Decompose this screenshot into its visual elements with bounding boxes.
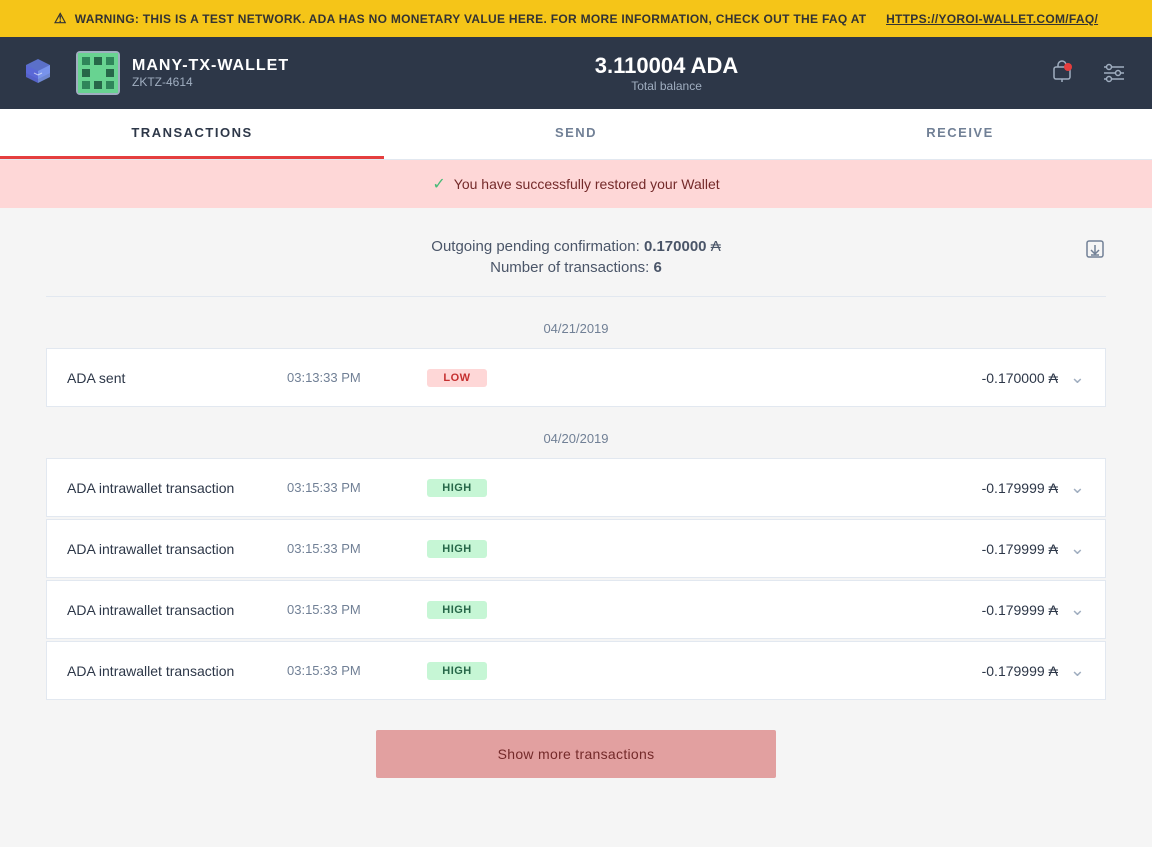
tx-amount: -0.179999 ₳ — [527, 541, 1070, 557]
warning-icon: ⚠ — [54, 10, 67, 27]
tx-count: 6 — [654, 259, 662, 276]
show-more-button[interactable]: Show more transactions — [376, 730, 776, 778]
balance-label: Total balance — [289, 79, 1044, 93]
tx-type: ADA intrawallet transaction — [67, 663, 287, 679]
transaction-row[interactable]: ADA intrawallet transaction 03:15:33 PM … — [46, 519, 1106, 578]
tx-badge-container: HIGH — [427, 539, 527, 558]
warning-banner: ⚠ WARNING: THIS IS A TEST NETWORK. ADA H… — [0, 0, 1152, 37]
ada-symbol: ₳ — [1049, 541, 1058, 557]
tab-transactions[interactable]: TRANSACTIONS — [0, 109, 384, 159]
confidence-badge: HIGH — [427, 540, 487, 558]
tx-time: 03:15:33 PM — [287, 541, 427, 556]
tx-time: 03:15:33 PM — [287, 480, 427, 495]
tx-type: ADA intrawallet transaction — [67, 480, 287, 496]
tx-amount: -0.179999 ₳ — [527, 602, 1070, 618]
confidence-badge: HIGH — [427, 662, 487, 680]
transaction-row[interactable]: ADA intrawallet transaction 03:15:33 PM … — [46, 458, 1106, 517]
pending-info: Outgoing pending confirmation: 0.170000 … — [431, 238, 720, 255]
ada-symbol-pending: ₳ — [711, 238, 721, 255]
date-group-1: 04/21/2019 — [46, 317, 1106, 340]
tx-amount: -0.170000 ₳ — [527, 370, 1070, 386]
tabs: TRANSACTIONS SEND RECEIVE — [0, 109, 1152, 160]
tx-count-label: Number of transactions: — [490, 259, 649, 276]
wallet-name: MANY-TX-WALLET — [132, 57, 289, 75]
tx-type: ADA intrawallet transaction — [67, 541, 287, 557]
pending-label: Outgoing pending confirmation: — [431, 238, 639, 255]
tx-type: ADA sent — [67, 370, 287, 386]
transaction-row[interactable]: ADA intrawallet transaction 03:15:33 PM … — [46, 580, 1106, 639]
settings-button[interactable] — [1096, 55, 1132, 91]
yoroi-logo — [20, 55, 56, 91]
tx-count-info: Number of transactions: 6 — [490, 259, 662, 276]
tx-time: 03:13:33 PM — [287, 370, 427, 385]
export-button[interactable] — [1084, 238, 1106, 264]
tx-badge-container: HIGH — [427, 661, 527, 680]
main-content: Outgoing pending confirmation: 0.170000 … — [26, 208, 1126, 818]
tx-badge-container: HIGH — [427, 600, 527, 619]
success-message: You have successfully restored your Wall… — [454, 176, 720, 192]
ada-symbol: ₳ — [1049, 602, 1058, 618]
transaction-row[interactable]: ADA sent 03:13:33 PM LOW -0.170000 ₳ ⌄ — [46, 348, 1106, 407]
wallet-avatar — [76, 51, 120, 95]
date-group-2: 04/20/2019 — [46, 427, 1106, 450]
tx-badge-container: LOW — [427, 368, 527, 387]
ada-symbol: ₳ — [1049, 370, 1058, 386]
tx-time: 03:15:33 PM — [287, 663, 427, 678]
ada-symbol: ₳ — [1049, 480, 1058, 496]
tx-badge-container: HIGH — [427, 478, 527, 497]
tab-receive[interactable]: RECEIVE — [768, 109, 1152, 159]
tx-type: ADA intrawallet transaction — [67, 602, 287, 618]
expand-chevron[interactable]: ⌄ — [1070, 538, 1085, 559]
wallet-info: MANY-TX-WALLET ZKTZ-4614 — [132, 57, 289, 89]
ada-symbol: ₳ — [1049, 663, 1058, 679]
tx-amount: -0.179999 ₳ — [527, 663, 1070, 679]
expand-chevron[interactable]: ⌄ — [1070, 599, 1085, 620]
notifications-button[interactable] — [1044, 55, 1080, 91]
tab-send[interactable]: SEND — [384, 109, 768, 159]
confidence-badge: LOW — [427, 369, 487, 387]
expand-chevron[interactable]: ⌄ — [1070, 477, 1085, 498]
summary-divider — [46, 296, 1106, 297]
balance-section: 3.110004 ADA Total balance — [289, 53, 1044, 93]
header: MANY-TX-WALLET ZKTZ-4614 3.110004 ADA To… — [0, 37, 1152, 109]
show-more-container: Show more transactions — [46, 730, 1106, 778]
warning-link[interactable]: HTTPS://YOROI-WALLET.COM/FAQ/ — [886, 12, 1098, 26]
header-icons — [1044, 55, 1132, 91]
transaction-row[interactable]: ADA intrawallet transaction 03:15:33 PM … — [46, 641, 1106, 700]
success-icon: ✓ — [432, 174, 445, 194]
confidence-badge: HIGH — [427, 601, 487, 619]
warning-text: WARNING: THIS IS A TEST NETWORK. ADA HAS… — [75, 12, 867, 26]
success-banner: ✓ You have successfully restored your Wa… — [0, 160, 1152, 208]
tx-amount: -0.179999 ₳ — [527, 480, 1070, 496]
balance-amount: 3.110004 ADA — [289, 53, 1044, 79]
tx-time: 03:15:33 PM — [287, 602, 427, 617]
confidence-badge: HIGH — [427, 479, 487, 497]
transaction-summary: Outgoing pending confirmation: 0.170000 … — [46, 238, 1106, 276]
expand-chevron[interactable]: ⌄ — [1070, 660, 1085, 681]
expand-chevron[interactable]: ⌄ — [1070, 367, 1085, 388]
wallet-id: ZKTZ-4614 — [132, 75, 289, 89]
pending-amount: 0.170000 — [644, 238, 707, 255]
